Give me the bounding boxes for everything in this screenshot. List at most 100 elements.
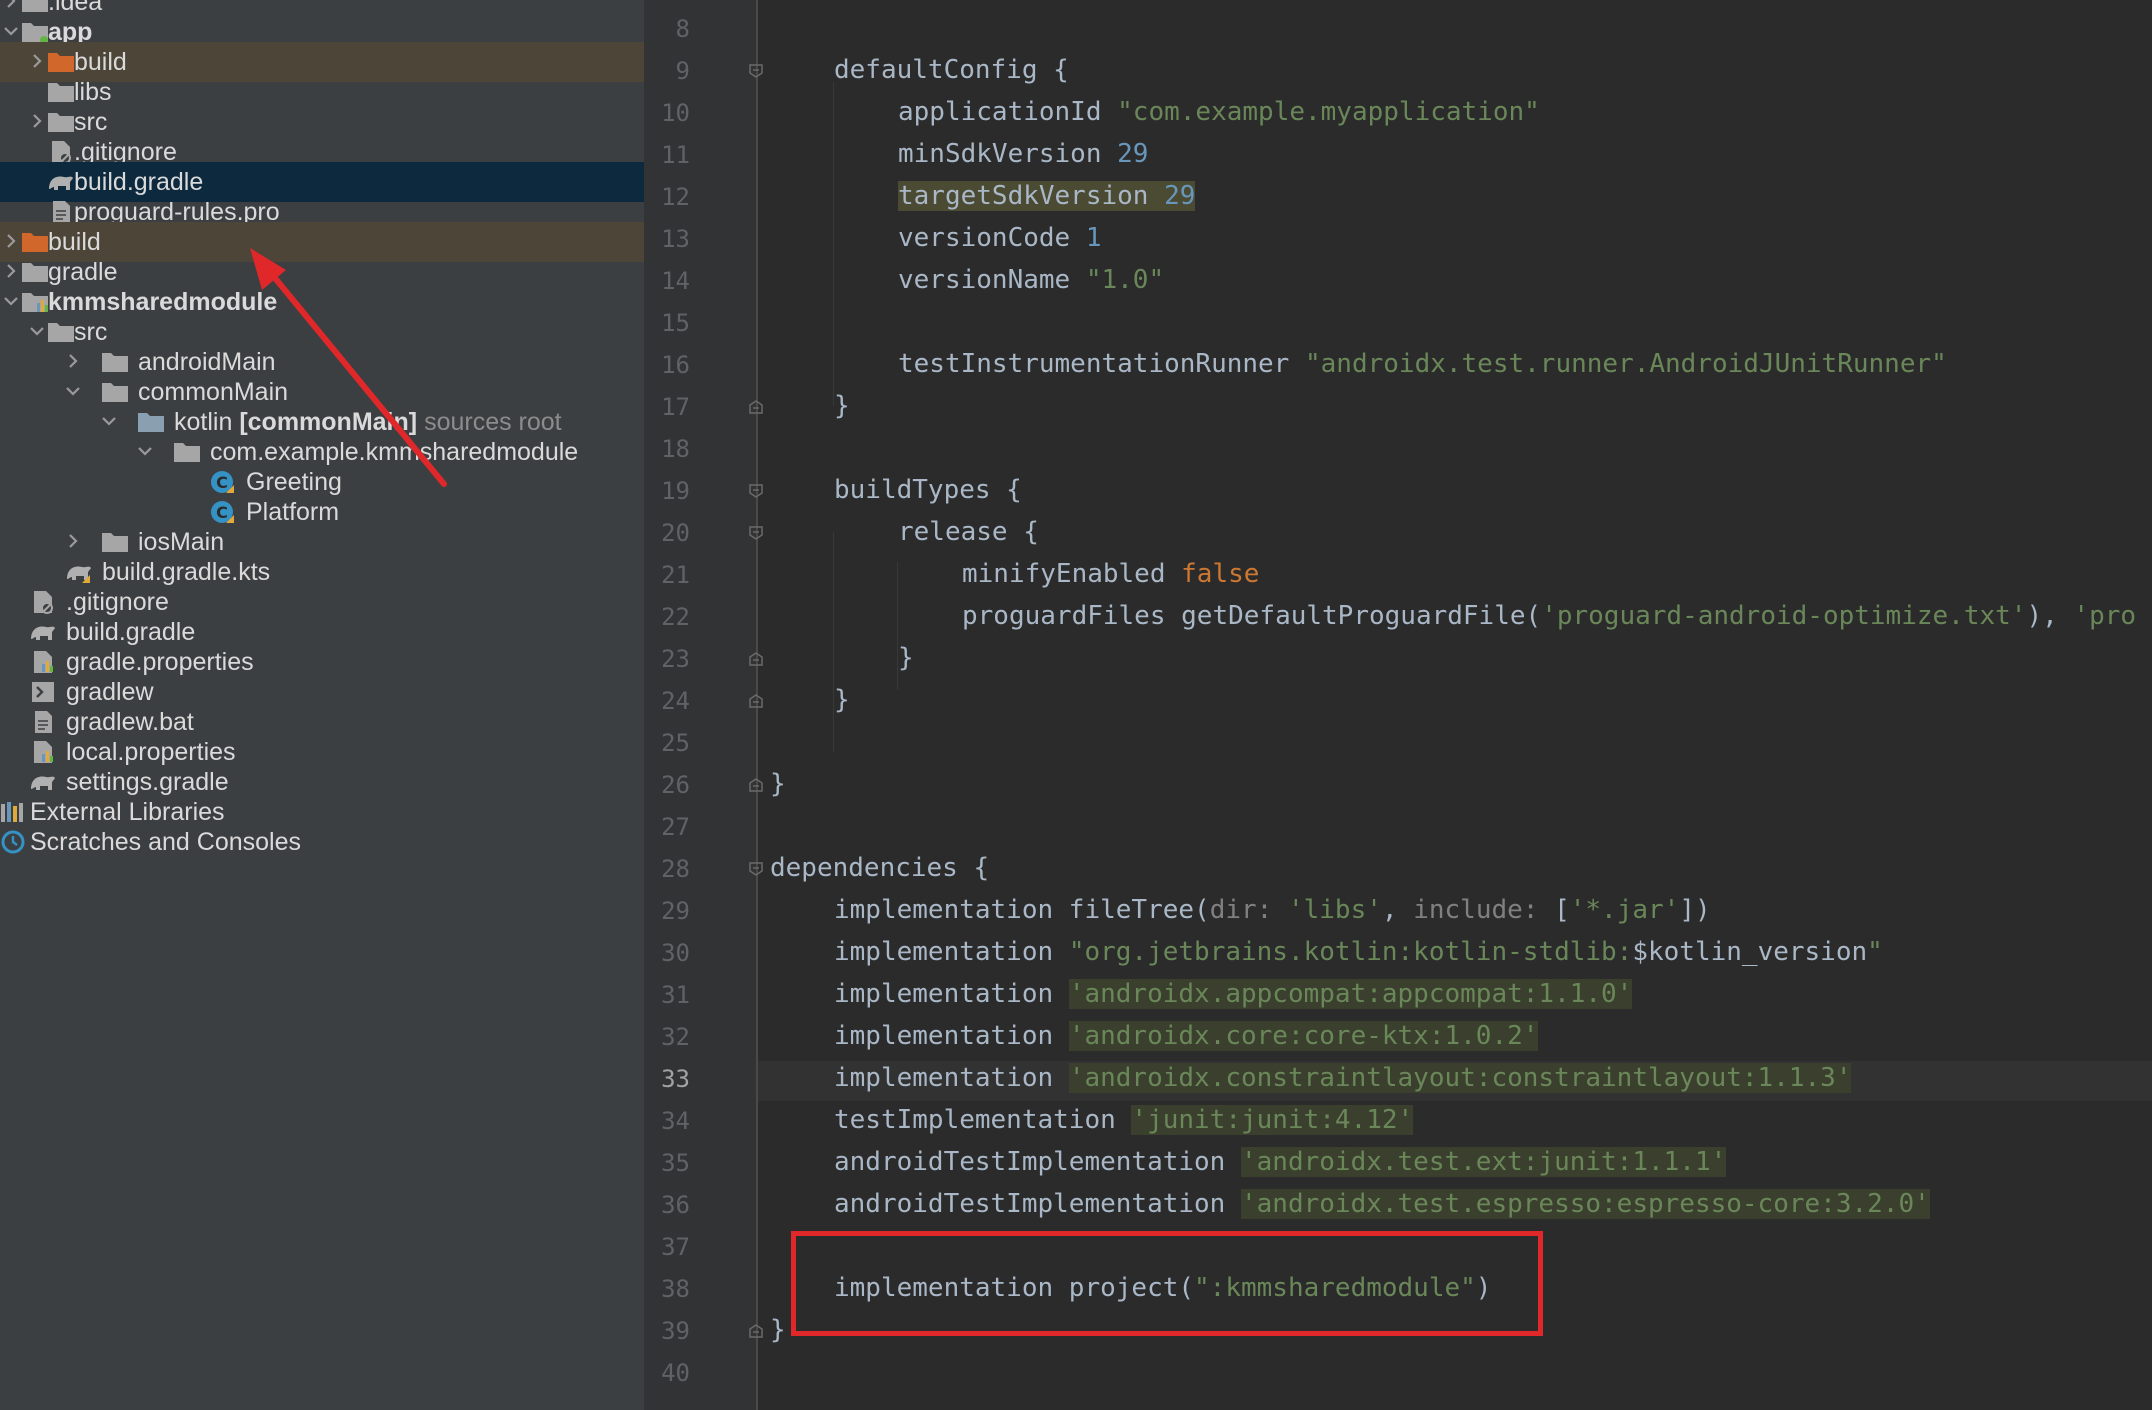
string-literal-highlighted: 'androidx.appcompat:appcompat:1.1.0' (1068, 979, 1633, 1009)
chevron-right-icon[interactable] (28, 52, 46, 70)
fold-open-icon[interactable] (748, 483, 764, 499)
line-number: 36 (661, 1191, 690, 1219)
project-tree-panel: .idea app build libs src .gitignore buil… (0, 0, 644, 1410)
line-number: 11 (661, 141, 690, 169)
svg-text:C: C (216, 503, 228, 522)
code-token: } (898, 643, 914, 673)
chevron-down-icon[interactable] (136, 442, 154, 460)
line-number: 35 (661, 1149, 690, 1177)
code-line[interactable]: implementation 'androidx.appcompat:appco… (834, 978, 1633, 1010)
code-line[interactable]: } (770, 768, 786, 800)
string-literal: "androidx.test.runner.AndroidJUnitRunner… (1305, 349, 1947, 379)
code-token: dependencies { (770, 853, 990, 883)
fold-close-icon[interactable] (748, 651, 764, 667)
code-line[interactable]: versionName "1.0" (898, 264, 1164, 296)
code-token: testImplementation (834, 1105, 1132, 1135)
code-line[interactable]: versionCode 1 (898, 222, 1102, 254)
line-number: 31 (661, 981, 690, 1009)
line-number: 26 (661, 771, 690, 799)
string-literal-highlighted: 'junit:junit:4.12' (1131, 1105, 1414, 1135)
code-line[interactable]: minifyEnabled false (962, 558, 1259, 590)
code-line[interactable]: buildTypes { (834, 474, 1022, 506)
line-number: 32 (661, 1023, 690, 1051)
fold-close-icon[interactable] (748, 399, 764, 415)
code-token: defaultConfig { (834, 55, 1069, 85)
code-line[interactable]: targetSdkVersion 29 (898, 180, 1196, 212)
line-number: 10 (661, 99, 690, 127)
scratches-icon (0, 829, 30, 855)
code-token: implementation (834, 979, 1069, 1009)
code-token: applicationId (898, 97, 1118, 127)
code-token: implementation fileTree( (834, 895, 1210, 925)
code-line[interactable]: } (898, 642, 914, 674)
code-line-current[interactable]: implementation 'androidx.constraintlayou… (834, 1062, 1852, 1094)
code-line[interactable]: implementation 'androidx.core:core-ktx:1… (834, 1020, 1539, 1052)
code-line[interactable]: proguardFiles getDefaultProguardFile('pr… (962, 600, 2136, 632)
code-line[interactable]: androidTestImplementation 'androidx.test… (834, 1188, 1930, 1220)
code-token: } (770, 1315, 786, 1345)
fold-close-icon[interactable] (748, 693, 764, 709)
number-literal: 29 (1164, 181, 1196, 211)
code-token: release { (898, 517, 1039, 547)
code-token: androidTestImplementation (834, 1189, 1241, 1219)
chevron-right-icon[interactable] (64, 352, 82, 370)
chevron-right-icon[interactable] (28, 112, 46, 130)
code-token: } (770, 769, 786, 799)
code-line[interactable]: defaultConfig { (834, 54, 1069, 86)
line-number: 28 (661, 855, 690, 883)
chevron-right-icon[interactable] (64, 532, 82, 550)
line-number: 25 (661, 729, 690, 757)
fold-close-icon[interactable] (748, 1323, 764, 1339)
chevron-down-icon[interactable] (100, 412, 118, 430)
indent-guide (833, 532, 834, 752)
code-line[interactable]: release { (898, 516, 1039, 548)
line-number: 15 (661, 309, 690, 337)
line-number: 17 (661, 393, 690, 421)
string-literal-highlighted: 'androidx.constraintlayout:constraintlay… (1068, 1063, 1852, 1093)
chevron-down-icon[interactable] (64, 382, 82, 400)
chevron-right-icon[interactable] (2, 232, 20, 250)
fold-open-icon[interactable] (748, 861, 764, 877)
string-literal-highlighted: 'androidx.core:core-ktx:1.0.2' (1068, 1021, 1539, 1051)
fold-open-icon[interactable] (748, 525, 764, 541)
code-line[interactable]: androidTestImplementation 'androidx.test… (834, 1146, 1727, 1178)
code-token: , (1381, 895, 1414, 925)
tree-item-scratches[interactable]: Scratches and Consoles (0, 822, 644, 862)
code-token-highlighted: targetSdkVersion (898, 181, 1165, 211)
line-number: 12 (661, 183, 690, 211)
code-token: minSdkVersion (898, 139, 1118, 169)
chevron-down-icon[interactable] (28, 322, 46, 340)
code-token: implementation (834, 1063, 1069, 1093)
code-token: androidTestImplementation (834, 1147, 1241, 1177)
indent-guide (833, 82, 834, 406)
number-literal: 1 (1085, 223, 1102, 253)
string-literal: 'libs' (1287, 895, 1382, 925)
code-token: implementation (834, 937, 1069, 967)
string-literal-highlighted: 'androidx.test.espresso:espresso-core:3.… (1241, 1189, 1930, 1219)
string-literal: " (1867, 937, 1883, 967)
code-line[interactable]: implementation fileTree(dir: 'libs', inc… (834, 894, 1711, 926)
code-line[interactable]: } (834, 390, 850, 422)
line-number: 20 (661, 519, 690, 547)
code-token: versionName (898, 265, 1086, 295)
code-line[interactable]: testImplementation 'junit:junit:4.12' (834, 1104, 1414, 1136)
code-line[interactable]: implementation "org.jetbrains.kotlin:kot… (834, 936, 1883, 968)
code-line[interactable]: testInstrumentationRunner "androidx.test… (898, 348, 1947, 380)
line-number: 34 (661, 1107, 690, 1135)
code-line[interactable]: dependencies { (770, 852, 989, 884)
code-line[interactable]: } (834, 684, 850, 716)
fold-open-icon[interactable] (748, 63, 764, 79)
tree-item-label: Scratches and Consoles (30, 828, 301, 856)
code-line[interactable]: applicationId "com.example.myapplication… (898, 96, 1540, 128)
code-token: $kotlin_version (1632, 937, 1868, 967)
chevron-right-icon[interactable] (2, 0, 20, 10)
chevron-right-icon[interactable] (2, 262, 20, 280)
code-line[interactable]: } (770, 1314, 786, 1346)
code-token: ), (2026, 601, 2074, 631)
chevron-down-icon[interactable] (2, 292, 20, 310)
fold-close-icon[interactable] (748, 777, 764, 793)
line-number: 8 (675, 15, 690, 43)
chevron-down-icon[interactable] (2, 22, 20, 40)
code-line[interactable]: minSdkVersion 29 (898, 138, 1148, 170)
line-number: 38 (661, 1275, 690, 1303)
